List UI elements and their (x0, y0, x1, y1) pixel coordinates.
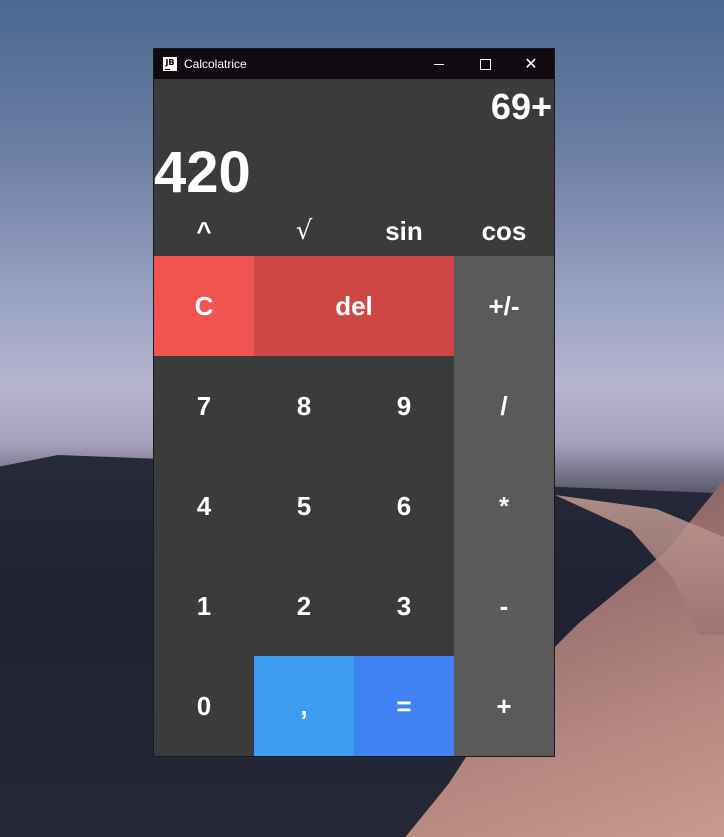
maximize-button[interactable] (462, 49, 508, 79)
clear-button[interactable]: C (154, 256, 254, 356)
close-button[interactable]: ✕ (508, 49, 554, 79)
delete-button[interactable]: del (254, 256, 454, 356)
app-icon: JB (163, 57, 177, 71)
equals-button[interactable]: = (354, 656, 454, 756)
scientific-row: ^ √ sin cos (154, 206, 554, 256)
digit-9-button[interactable]: 9 (354, 356, 454, 456)
digit-8-button[interactable]: 8 (254, 356, 354, 456)
digit-0-button[interactable]: 0 (154, 656, 254, 756)
digit-1-button[interactable]: 1 (154, 556, 254, 656)
digit-3-button[interactable]: 3 (354, 556, 454, 656)
plus-button[interactable]: + (454, 656, 554, 756)
calculator-window: JB Calcolatrice ✕ 69+ 420 ^ √ sin cos C … (153, 48, 555, 757)
multiply-button[interactable]: * (454, 456, 554, 556)
comma-button[interactable]: , (254, 656, 354, 756)
result-display: 420 (154, 140, 251, 205)
minimize-icon (434, 63, 444, 65)
digit-7-button[interactable]: 7 (154, 356, 254, 456)
sign-toggle-button[interactable]: +/- (454, 256, 554, 356)
digit-5-button[interactable]: 5 (254, 456, 354, 556)
minimize-button[interactable] (416, 49, 462, 79)
keypad: C del +/- 7 8 9 / 4 5 6 * 1 2 3 - 0 , = … (154, 256, 554, 756)
window-controls: ✕ (416, 49, 554, 79)
digit-6-button[interactable]: 6 (354, 456, 454, 556)
power-button[interactable]: ^ (154, 206, 254, 256)
expression-display: 69+ (490, 86, 552, 127)
close-icon: ✕ (524, 54, 538, 73)
window-title: Calcolatrice (184, 57, 247, 71)
calculator-display: 69+ 420 (154, 79, 554, 206)
divide-button[interactable]: / (454, 356, 554, 456)
cos-button[interactable]: cos (454, 206, 554, 256)
sin-button[interactable]: sin (354, 206, 454, 256)
minus-button[interactable]: - (454, 556, 554, 656)
digit-4-button[interactable]: 4 (154, 456, 254, 556)
title-bar[interactable]: JB Calcolatrice ✕ (154, 49, 554, 79)
maximize-icon (479, 58, 491, 70)
sqrt-button[interactable]: √ (254, 206, 354, 256)
digit-2-button[interactable]: 2 (254, 556, 354, 656)
